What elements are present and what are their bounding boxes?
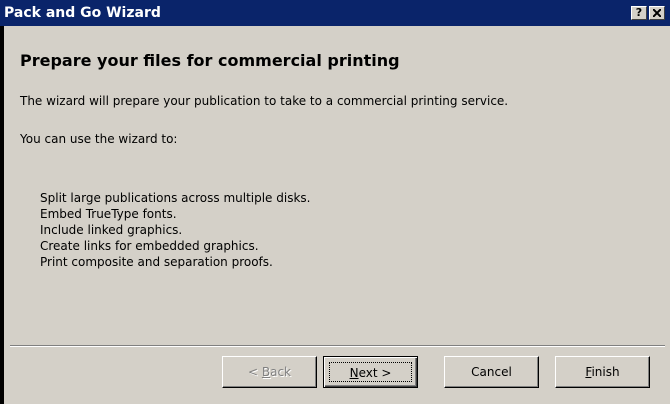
back-button-mnemonic: B xyxy=(261,365,271,379)
list-item: Split large publications across multiple… xyxy=(40,191,311,205)
list-item: Include linked graphics. xyxy=(40,223,183,237)
pack-and-go-wizard-dialog: Pack and Go Wizard ? Prepare your files … xyxy=(0,0,670,404)
window-frame-left xyxy=(0,26,4,404)
back-button[interactable]: < Back xyxy=(222,356,317,388)
list-item: Print composite and separation proofs. xyxy=(40,255,273,269)
close-button[interactable] xyxy=(649,6,665,20)
back-button-prefix: < xyxy=(247,365,262,379)
next-button-mnemonic: N xyxy=(349,366,359,380)
feature-list: Split large publications across multiple… xyxy=(40,190,310,270)
finish-button[interactable]: Finish xyxy=(555,356,650,388)
next-button[interactable]: Next > xyxy=(323,356,418,388)
cancel-button[interactable]: Cancel xyxy=(444,356,539,388)
separator xyxy=(10,345,665,347)
title-bar[interactable]: Pack and Go Wizard ? xyxy=(0,0,670,26)
finish-button-label: inish xyxy=(591,365,620,379)
back-button-label: ack xyxy=(270,365,291,379)
help-button[interactable]: ? xyxy=(631,6,647,20)
intro-text: The wizard will prepare your publication… xyxy=(20,94,509,108)
window-title: Pack and Go Wizard xyxy=(4,5,161,21)
list-item: Create links for embedded graphics. xyxy=(40,239,259,253)
close-icon xyxy=(653,9,661,17)
next-button-label: ext > xyxy=(358,366,392,380)
you-can-text: You can use the wizard to: xyxy=(20,132,178,146)
page-title: Prepare your files for commercial printi… xyxy=(20,51,400,70)
focus-rect: Next > xyxy=(329,362,412,382)
list-item: Embed TrueType fonts. xyxy=(40,207,177,221)
